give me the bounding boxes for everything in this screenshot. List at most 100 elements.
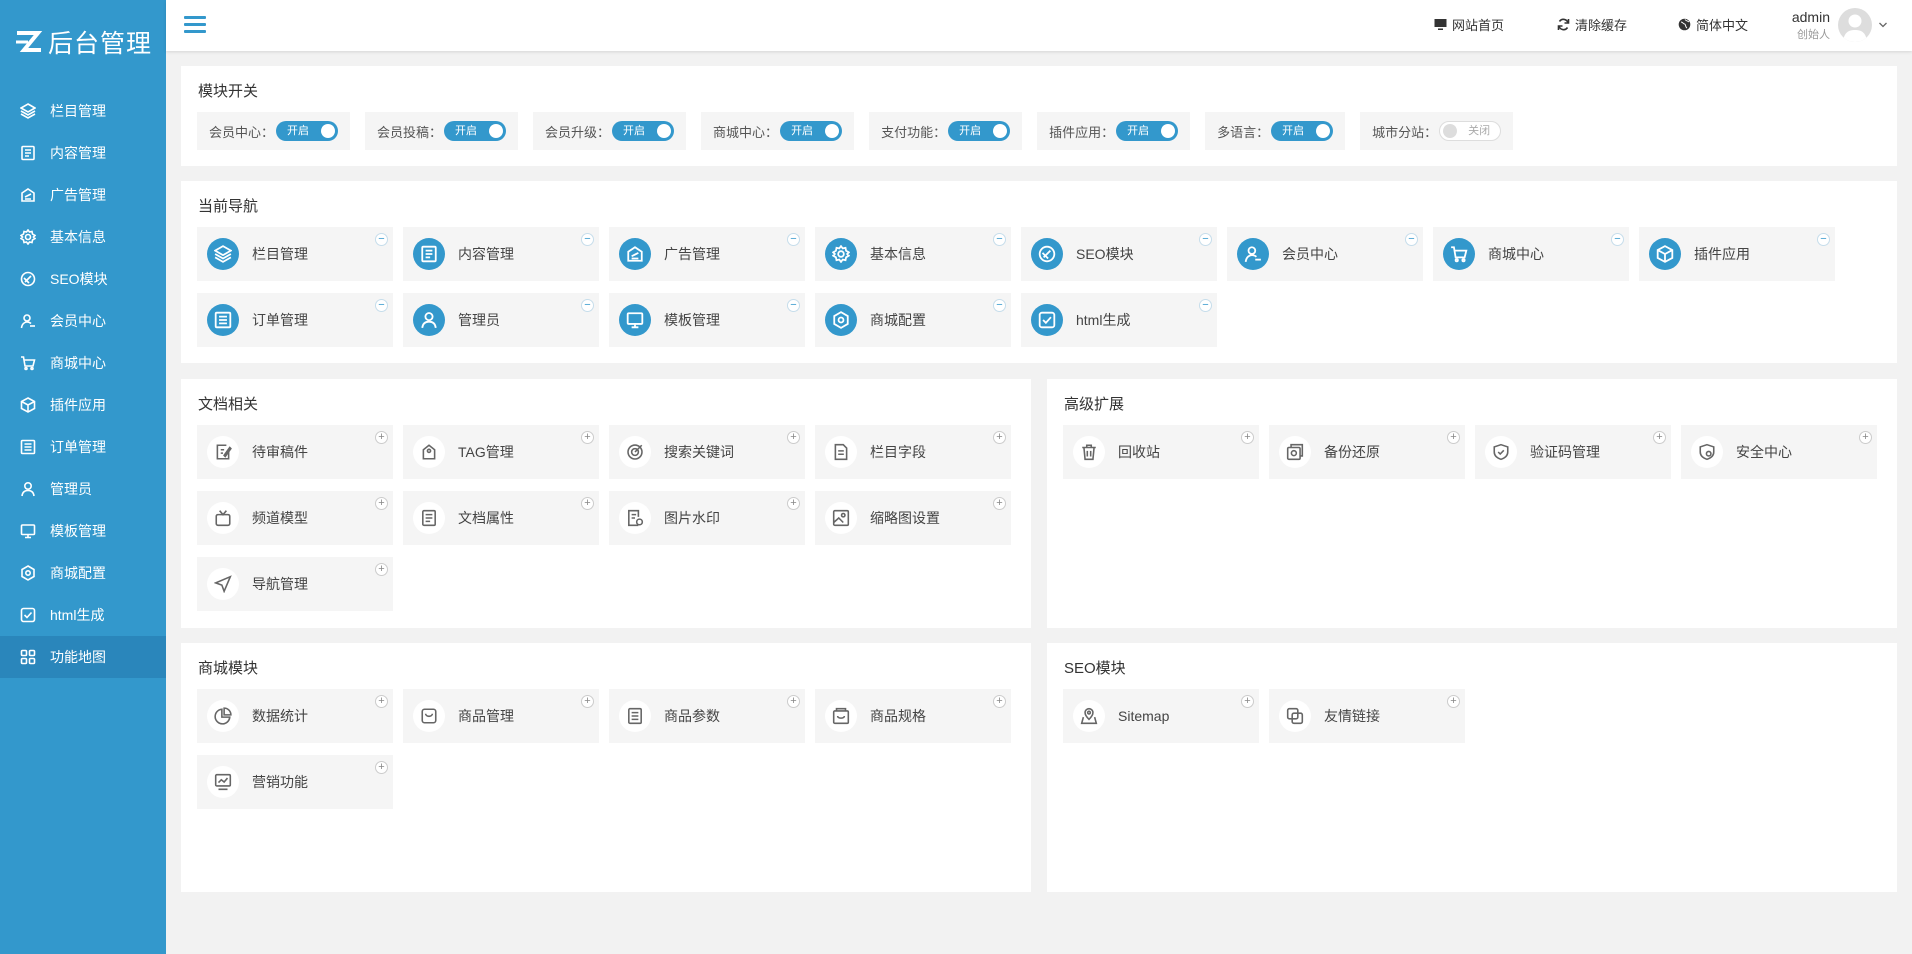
nav-tile[interactable]: html生成 −: [1021, 293, 1217, 347]
nav-tile[interactable]: 订单管理 −: [197, 293, 393, 347]
toggle-switch[interactable]: 开启: [612, 121, 675, 141]
feature-tile[interactable]: Sitemap +: [1063, 689, 1259, 743]
feature-tile[interactable]: 安全中心 +: [1681, 425, 1877, 479]
add-icon[interactable]: +: [581, 497, 594, 510]
remove-icon[interactable]: −: [375, 299, 388, 312]
nav-tile[interactable]: 内容管理 −: [403, 227, 599, 281]
sidebar-item-templates[interactable]: 模板管理: [0, 510, 166, 552]
feature-tile[interactable]: 商品管理 +: [403, 689, 599, 743]
add-icon[interactable]: +: [1447, 431, 1460, 444]
add-icon[interactable]: +: [1241, 695, 1254, 708]
menu-toggle-icon[interactable]: [184, 16, 206, 34]
add-icon[interactable]: +: [993, 431, 1006, 444]
feature-tile[interactable]: 文档属性 +: [403, 491, 599, 545]
sidebar-item-content[interactable]: 内容管理: [0, 132, 166, 174]
language-link[interactable]: 简体中文: [1678, 15, 1748, 34]
hexagon-icon: [20, 565, 36, 581]
clear-cache-link[interactable]: 清除缓存: [1557, 15, 1627, 34]
remove-icon[interactable]: −: [993, 233, 1006, 246]
add-icon[interactable]: +: [787, 695, 800, 708]
avatar[interactable]: [1838, 8, 1872, 42]
sidebar-item-html[interactable]: html生成: [0, 594, 166, 636]
add-icon[interactable]: +: [1241, 431, 1254, 444]
add-icon[interactable]: +: [375, 695, 388, 708]
add-icon[interactable]: +: [375, 761, 388, 774]
sidebar-item-seo[interactable]: SEO模块: [0, 258, 166, 300]
add-icon[interactable]: +: [993, 497, 1006, 510]
nav-tile[interactable]: 基本信息 −: [815, 227, 1011, 281]
add-icon[interactable]: +: [993, 695, 1006, 708]
sidebar-item-column[interactable]: 栏目管理: [0, 90, 166, 132]
feature-tile[interactable]: 营销功能 +: [197, 755, 393, 809]
feature-tile[interactable]: 频道模型 +: [197, 491, 393, 545]
feature-tile[interactable]: TAG管理 +: [403, 425, 599, 479]
feature-tile[interactable]: 待审稿件 +: [197, 425, 393, 479]
toggle-switch[interactable]: 开启: [276, 121, 339, 141]
sidebar-item-shop[interactable]: 商城中心: [0, 342, 166, 384]
remove-icon[interactable]: −: [1405, 233, 1418, 246]
feature-tile[interactable]: 回收站 +: [1063, 425, 1259, 479]
remove-icon[interactable]: −: [375, 233, 388, 246]
watermark-icon: [619, 502, 651, 534]
site-home-link[interactable]: 网站首页: [1434, 15, 1504, 34]
nav-tile[interactable]: 会员中心 −: [1227, 227, 1423, 281]
add-icon[interactable]: +: [581, 431, 594, 444]
feature-tile[interactable]: 数据统计 +: [197, 689, 393, 743]
add-icon[interactable]: +: [787, 431, 800, 444]
add-icon[interactable]: +: [1859, 431, 1872, 444]
sidebar-item-ads[interactable]: 广告管理: [0, 174, 166, 216]
remove-icon[interactable]: −: [581, 233, 594, 246]
feature-tile[interactable]: 栏目字段 +: [815, 425, 1011, 479]
feature-tile[interactable]: 备份还原 +: [1269, 425, 1465, 479]
nav-tile[interactable]: 插件应用 −: [1639, 227, 1835, 281]
nav-tile[interactable]: 模板管理 −: [609, 293, 805, 347]
sidebar-item-member[interactable]: 会员中心: [0, 300, 166, 342]
toggle-switch[interactable]: 开启: [948, 121, 1011, 141]
nav-tile[interactable]: SEO模块 −: [1021, 227, 1217, 281]
sidebar-item-function-map[interactable]: 功能地图: [0, 636, 166, 678]
add-icon[interactable]: +: [375, 431, 388, 444]
nav-tile[interactable]: 管理员 −: [403, 293, 599, 347]
feature-tile[interactable]: 缩略图设置 +: [815, 491, 1011, 545]
feature-tile[interactable]: 图片水印 +: [609, 491, 805, 545]
toggle-switch[interactable]: 关闭: [1439, 121, 1502, 141]
nav-tile[interactable]: 广告管理 −: [609, 227, 805, 281]
tile-label: 内容管理: [458, 246, 514, 262]
add-icon[interactable]: +: [1447, 695, 1460, 708]
sidebar-item-orders[interactable]: 订单管理: [0, 426, 166, 468]
toggle-switch[interactable]: 开启: [780, 121, 843, 141]
remove-icon[interactable]: −: [1199, 299, 1212, 312]
sidebar-item-shop-config[interactable]: 商城配置: [0, 552, 166, 594]
add-icon[interactable]: +: [375, 563, 388, 576]
logo[interactable]: 后台管理: [0, 0, 166, 84]
switch-member-center: 会员中心： 开启: [197, 112, 351, 150]
add-icon[interactable]: +: [375, 497, 388, 510]
add-icon[interactable]: +: [787, 497, 800, 510]
refresh-icon: [1557, 18, 1570, 31]
toggle-switch[interactable]: 开启: [444, 121, 507, 141]
remove-icon[interactable]: −: [1199, 233, 1212, 246]
nav-tile[interactable]: 商城配置 −: [815, 293, 1011, 347]
sidebar-item-plugins[interactable]: 插件应用: [0, 384, 166, 426]
add-icon[interactable]: +: [1653, 431, 1666, 444]
remove-icon[interactable]: −: [993, 299, 1006, 312]
feature-tile[interactable]: 商品规格 +: [815, 689, 1011, 743]
feature-tile[interactable]: 友情链接 +: [1269, 689, 1465, 743]
feature-tile[interactable]: 商品参数 +: [609, 689, 805, 743]
remove-icon[interactable]: −: [1817, 233, 1830, 246]
add-icon[interactable]: +: [581, 695, 594, 708]
sidebar-item-admins[interactable]: 管理员: [0, 468, 166, 510]
remove-icon[interactable]: −: [581, 299, 594, 312]
remove-icon[interactable]: −: [787, 299, 800, 312]
remove-icon[interactable]: −: [787, 233, 800, 246]
feature-tile[interactable]: 导航管理 +: [197, 557, 393, 611]
toggle-switch[interactable]: 开启: [1271, 121, 1334, 141]
feature-tile[interactable]: 验证码管理 +: [1475, 425, 1671, 479]
nav-tile[interactable]: 商城中心 −: [1433, 227, 1629, 281]
remove-icon[interactable]: −: [1611, 233, 1624, 246]
user-menu[interactable]: admin 创始人: [1792, 8, 1888, 42]
sidebar-item-basic-info[interactable]: 基本信息: [0, 216, 166, 258]
nav-tile[interactable]: 栏目管理 −: [197, 227, 393, 281]
feature-tile[interactable]: 搜索关键词 +: [609, 425, 805, 479]
toggle-switch[interactable]: 开启: [1116, 121, 1179, 141]
